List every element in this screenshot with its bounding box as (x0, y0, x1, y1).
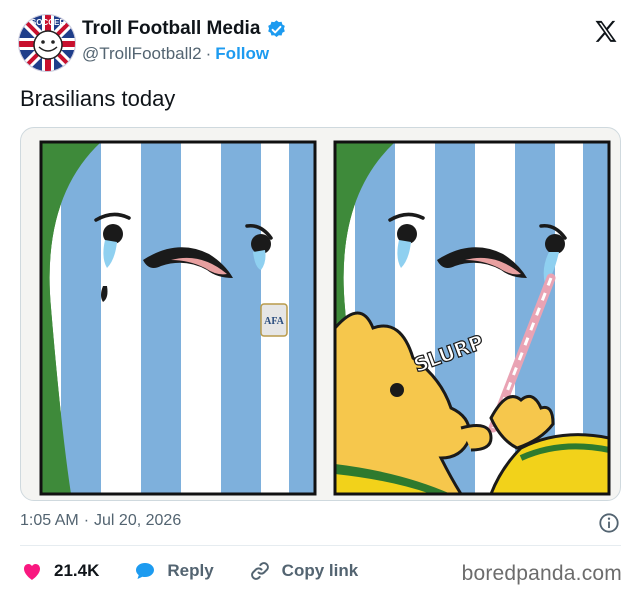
tweet-date[interactable]: Jul 20, 2026 (94, 512, 181, 530)
afa-badge-text: AFA (264, 316, 285, 327)
comic-panel-right: SLURP (335, 142, 609, 494)
handle-row: @TrollFootball2 · Follow (82, 44, 269, 64)
avatar-badge-text: SOCCER (31, 18, 65, 27)
copy-link-label: Copy link (281, 561, 359, 580)
comic-panel-left: AFA (41, 142, 315, 494)
heart-icon (20, 559, 44, 583)
copy-link-button[interactable]: Copy link (248, 559, 359, 583)
name-row: Troll Football Media (82, 18, 287, 40)
handle-separator: · (205, 44, 212, 63)
tweet-text: Brasilians today (20, 86, 176, 111)
tweet-media-image[interactable]: AFA SLURP (20, 127, 621, 501)
handle[interactable]: @TrollFootball2 (82, 44, 202, 64)
tweet-actions: 21.4K Reply Copy link (20, 556, 392, 586)
like-count: 21.4K (54, 561, 100, 580)
link-icon (248, 559, 272, 583)
reply-button[interactable]: Reply (133, 559, 214, 583)
x-logo-icon[interactable] (592, 18, 620, 46)
info-icon[interactable] (598, 512, 620, 534)
tweet-timestamp[interactable]: 1:05 AM · Jul 20, 2026 (20, 512, 181, 530)
meta-separator: · (83, 512, 90, 529)
actions-divider (20, 545, 621, 546)
reply-bubble-icon (133, 559, 157, 583)
verified-badge-icon (266, 19, 287, 40)
reply-label: Reply (167, 561, 214, 580)
display-name[interactable]: Troll Football Media (82, 18, 260, 40)
avatar[interactable]: SOCCER (18, 14, 76, 72)
tweet-time[interactable]: 1:05 AM (20, 512, 79, 530)
watermark: boredpanda.com (461, 562, 622, 585)
tweet-header: SOCCER Troll Football Media @TrollFootba… (18, 14, 628, 78)
follow-button[interactable]: Follow (215, 44, 269, 64)
like-button[interactable]: 21.4K (20, 559, 99, 583)
